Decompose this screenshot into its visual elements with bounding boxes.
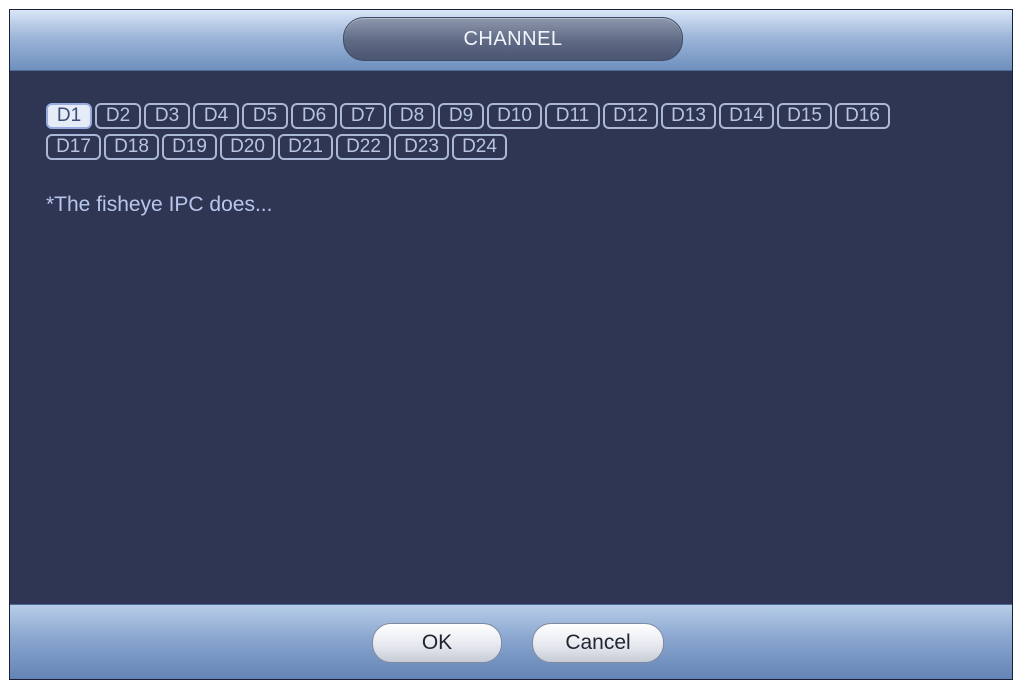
channel-button-d7[interactable]: D7 (340, 103, 386, 129)
channel-grid: D1 D2 D3 D4 D5 D6 D7 D8 D9 D10 D11 D12 D13 D14 D15 D16 … (46, 103, 986, 165)
channel-button-d5[interactable]: D5 (242, 103, 288, 129)
channel-button-d12[interactable]: D12 (603, 103, 658, 129)
channel-button-d23[interactable]: D23 (394, 134, 449, 160)
ok-button[interactable]: OK (372, 623, 502, 663)
fisheye-note: *The fisheye IPC does... (46, 193, 273, 216)
channel-button-d13[interactable]: D13 (661, 103, 716, 129)
channel-button-d18[interactable]: D18 (104, 134, 159, 160)
cancel-button[interactable]: Cancel (532, 623, 664, 663)
channel-button-d14[interactable]: D14 (719, 103, 774, 129)
title-bar: CHANNEL (10, 10, 1012, 71)
channel-dialog: CHANNEL D1 D2 D3 D4 D5 D6 D7 D8 D9 D10 D11 D12 D13 D1… (9, 9, 1013, 680)
channel-button-d1[interactable]: D1 (46, 103, 92, 129)
channel-button-d24[interactable]: D24 (452, 134, 507, 160)
channel-button-d19[interactable]: D19 (162, 134, 217, 160)
channel-button-d6[interactable]: D6 (291, 103, 337, 129)
channel-button-d22[interactable]: D22 (336, 134, 391, 160)
dialog-title: CHANNEL (343, 17, 683, 61)
channel-button-d8[interactable]: D8 (389, 103, 435, 129)
channel-button-d11[interactable]: D11 (545, 103, 600, 129)
channel-button-d10[interactable]: D10 (487, 103, 542, 129)
channel-button-d3[interactable]: D3 (144, 103, 190, 129)
channel-row-2: D17 D18 D19 D20 D21 D22 D23 D24 (46, 134, 986, 160)
channel-button-d4[interactable]: D4 (193, 103, 239, 129)
channel-button-d2[interactable]: D2 (95, 103, 141, 129)
dialog-content: D1 D2 D3 D4 D5 D6 D7 D8 D9 D10 D11 D12 D13 D14 D15 D16 … (10, 70, 1012, 606)
button-bar: OK Cancel (10, 604, 1012, 679)
channel-button-d21[interactable]: D21 (278, 134, 333, 160)
channel-button-d16[interactable]: D16 (835, 103, 890, 129)
channel-button-d9[interactable]: D9 (438, 103, 484, 129)
channel-button-d20[interactable]: D20 (220, 134, 275, 160)
channel-button-d17[interactable]: D17 (46, 134, 101, 160)
channel-row-1: D1 D2 D3 D4 D5 D6 D7 D8 D9 D10 D11 D12 D13 D14 D15 D16 (46, 103, 986, 129)
channel-button-d15[interactable]: D15 (777, 103, 832, 129)
